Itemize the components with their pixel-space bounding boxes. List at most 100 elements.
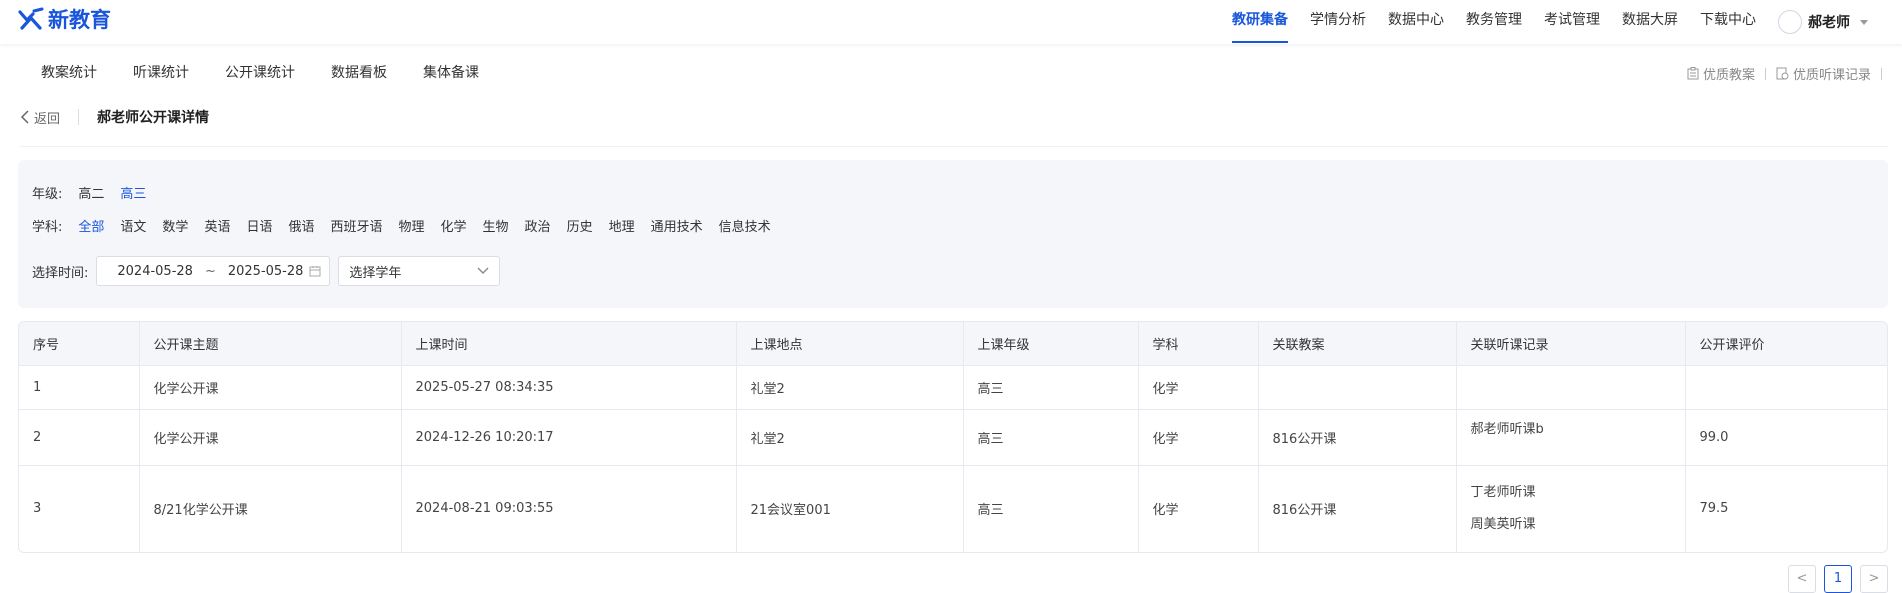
cell-plan[interactable]	[1258, 365, 1457, 410]
sub-nav: 教案统计 听课统计 公开课统计 数据看板 集体备课 优质教案 优质听课记录	[0, 52, 1902, 92]
column-header: 序号	[19, 322, 140, 366]
brand-logo[interactable]: 新教育	[18, 4, 111, 34]
cell-records: 郝老师听课b	[1456, 409, 1686, 466]
nav-item-exam[interactable]: 考试管理	[1544, 0, 1600, 44]
page-title: 郝老师公开课详情	[97, 110, 210, 126]
chevron-down-icon	[1860, 19, 1868, 25]
cell-place: 礼堂2	[736, 409, 964, 466]
grade-option-g3[interactable]: 高三	[120, 183, 146, 202]
user-menu[interactable]: 郝老师	[1778, 10, 1868, 34]
page-number[interactable]: 1	[1824, 565, 1852, 593]
subject-option[interactable]: 西班牙语	[330, 216, 382, 235]
subject-option[interactable]: 历史	[567, 216, 593, 235]
cell-grade: 高三	[963, 409, 1139, 466]
subject-option[interactable]: 物理	[399, 216, 425, 235]
next-page-button[interactable]: >	[1860, 565, 1888, 593]
chevron-down-icon	[477, 267, 489, 274]
divider	[1881, 67, 1882, 80]
user-name: 郝老师	[1808, 15, 1850, 31]
column-header: 关联教案	[1258, 322, 1457, 366]
divider	[20, 146, 1888, 147]
subject-option[interactable]: 俄语	[288, 216, 314, 235]
record-link[interactable]: 周美英听课	[1471, 509, 1685, 541]
cell-plan[interactable]: 816公开课	[1258, 409, 1457, 466]
cell-subject: 化学	[1138, 465, 1259, 552]
divider	[78, 109, 80, 125]
subject-option[interactable]: 日语	[246, 216, 272, 235]
open-class-table: 序号 公开课主题 上课时间 上课地点 上课年级 学科 关联教案 关联听课记录 公…	[18, 321, 1888, 553]
date-start: 2024-05-28	[117, 263, 193, 279]
pagination: < 1 >	[1788, 565, 1888, 593]
nav-item-jiaoyan[interactable]: 教研集备	[1232, 0, 1288, 44]
tab-lesson-plan-stats[interactable]: 教案统计	[41, 62, 97, 82]
column-header: 上课时间	[401, 322, 737, 366]
cell-time: 2025-05-27 08:34:35	[401, 365, 737, 410]
cell-records: 丁老师听课 周美英听课	[1456, 465, 1686, 552]
nav-item-download[interactable]: 下载中心	[1700, 0, 1756, 44]
column-header: 公开课评价	[1685, 322, 1887, 366]
subject-option[interactable]: 政治	[525, 216, 551, 235]
nav-item-big-screen[interactable]: 数据大屏	[1622, 0, 1678, 44]
column-header: 学科	[1138, 322, 1259, 366]
subject-option[interactable]: 数学	[162, 216, 188, 235]
column-header: 上课年级	[963, 322, 1139, 366]
avatar	[1778, 10, 1802, 34]
table-row[interactable]: 2 化学公开课 2024-12-26 10:20:17 礼堂2 高三 化学 81…	[19, 409, 1887, 466]
subject-option[interactable]: 通用技术	[651, 216, 703, 235]
subject-option[interactable]: 生物	[483, 216, 509, 235]
school-year-select[interactable]: 选择学年	[338, 256, 501, 286]
subject-option-all[interactable]: 全部	[78, 216, 104, 235]
record-link[interactable]: 丁老师听课	[1471, 477, 1685, 509]
grade-label: 年级:	[32, 187, 63, 202]
cell-subject: 化学	[1138, 409, 1259, 466]
table-row[interactable]: 3 8/21化学公开课 2024-08-21 09:03:55 21会议室001…	[19, 465, 1887, 552]
date-separator: ~	[204, 263, 216, 279]
cell-records	[1456, 365, 1686, 410]
table-row[interactable]: 1 化学公开课 2025-05-27 08:34:35 礼堂2 高三 化学	[19, 365, 1887, 410]
cell-place: 礼堂2	[736, 365, 964, 410]
tab-dashboard[interactable]: 数据看板	[331, 62, 387, 82]
column-header: 公开课主题	[139, 322, 402, 366]
quick-links: 优质教案 优质听课记录	[1687, 64, 1892, 83]
cell-topic: 8/21化学公开课	[139, 465, 402, 552]
subject-option[interactable]: 英语	[204, 216, 230, 235]
tab-open-class-stats[interactable]: 公开课统计	[225, 62, 295, 82]
record-icon	[1776, 67, 1789, 80]
tab-observation-stats[interactable]: 听课统计	[133, 62, 189, 82]
cell-plan[interactable]: 816公开课	[1258, 465, 1457, 552]
filter-panel: 年级: 高二 高三 学科: 全部 语文 数学 英语 日语 俄语 西班牙语 物理 …	[18, 160, 1888, 308]
nav-item-xueqing[interactable]: 学情分析	[1310, 0, 1366, 44]
subject-option[interactable]: 化学	[441, 216, 467, 235]
time-filter: 选择时间: 2024-05-28 ~ 2025-05-28 选择学年	[32, 256, 501, 286]
cell-score	[1685, 365, 1887, 410]
tab-group-prep[interactable]: 集体备课	[423, 62, 479, 82]
logo-icon	[18, 7, 44, 30]
cell-time: 2024-08-21 09:03:55	[401, 465, 737, 552]
nav-item-academic[interactable]: 教务管理	[1466, 0, 1522, 44]
date-range-picker[interactable]: 2024-05-28 ~ 2025-05-28	[96, 256, 331, 286]
top-navbar: 新教育 教研集备 学情分析 数据中心 教务管理 考试管理 数据大屏 下载中心 郝…	[0, 0, 1902, 44]
subject-option[interactable]: 语文	[120, 216, 146, 235]
cell-topic: 化学公开课	[139, 365, 402, 410]
quality-plan-link[interactable]: 优质教案	[1687, 64, 1755, 83]
back-label: 返回	[34, 111, 61, 127]
back-button[interactable]: 返回	[20, 108, 60, 127]
nav-item-data-center[interactable]: 数据中心	[1388, 0, 1444, 44]
prev-page-button[interactable]: <	[1788, 565, 1816, 593]
record-link[interactable]: 郝老师听课b	[1471, 414, 1685, 446]
quality-record-link[interactable]: 优质听课记录	[1776, 64, 1871, 83]
subject-option[interactable]: 信息技术	[719, 216, 771, 235]
subject-option[interactable]: 地理	[609, 216, 635, 235]
grade-option-g2[interactable]: 高二	[78, 183, 104, 202]
cell-topic: 化学公开课	[139, 409, 402, 466]
time-label: 选择时间:	[32, 265, 89, 281]
school-year-placeholder: 选择学年	[349, 265, 402, 281]
subject-filter: 学科: 全部 语文 数学 英语 日语 俄语 西班牙语 物理 化学 生物 政治 历…	[32, 216, 787, 235]
cell-score: 99.0	[1685, 409, 1887, 466]
chevron-left-icon	[20, 110, 29, 124]
cell-time: 2024-12-26 10:20:17	[401, 409, 737, 466]
subject-label: 学科:	[32, 220, 63, 235]
clipboard-icon	[1687, 67, 1699, 80]
grade-filter: 年级: 高二 高三	[32, 183, 162, 202]
table-header-row: 序号 公开课主题 上课时间 上课地点 上课年级 学科 关联教案 关联听课记录 公…	[19, 322, 1887, 366]
